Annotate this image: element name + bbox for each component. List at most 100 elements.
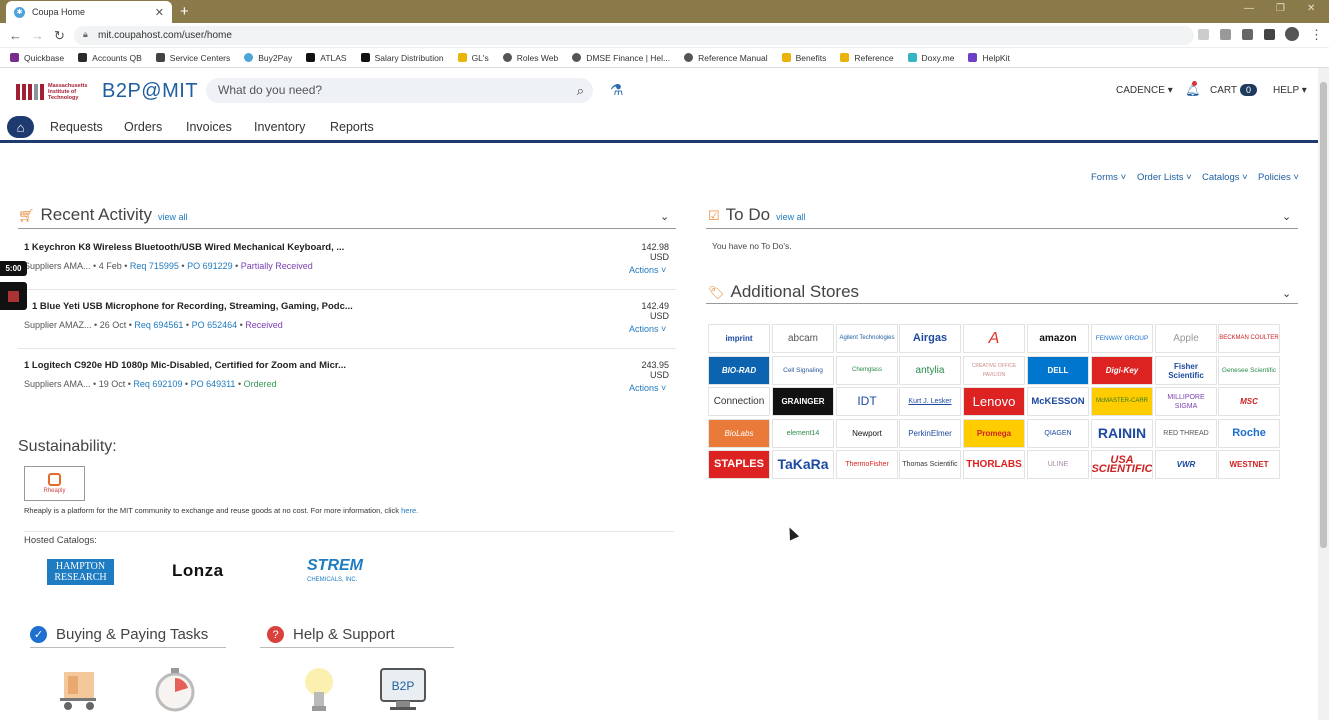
actions-menu[interactable]: Actions ˅ bbox=[629, 265, 666, 275]
store-logo-apple[interactable]: Apple bbox=[1155, 324, 1217, 353]
bookmark-buy2pay[interactable]: Buy2Pay bbox=[244, 53, 292, 63]
store-logo-biolabs[interactable]: BioLabs bbox=[708, 419, 770, 448]
catalogs-menu[interactable]: Catalogs ˅ bbox=[1202, 172, 1248, 183]
store-logo-lenovo[interactable]: Lenovo bbox=[963, 387, 1025, 416]
training-tile[interactable] bbox=[294, 664, 344, 714]
chevron-down-icon[interactable]: ⌄ bbox=[1282, 287, 1291, 300]
store-logo-promega[interactable]: Promega bbox=[963, 419, 1025, 448]
store-logo-fisher-scientific[interactable]: Fisher Scientific bbox=[1155, 356, 1217, 385]
activity-item-title[interactable]: 1 Keychron K8 Wireless Bluetooth/USB Wir… bbox=[24, 242, 344, 253]
extension-icon[interactable] bbox=[1220, 29, 1231, 40]
reload-icon[interactable]: ↻ bbox=[54, 28, 65, 44]
po-link[interactable]: PO 649311 bbox=[191, 379, 236, 389]
store-logo-beckman-coulter[interactable]: BECKMAN COULTER bbox=[1218, 324, 1280, 353]
activity-item-title[interactable]: 1 Logitech C920e HD 1080p Mic-Disabled, … bbox=[24, 360, 346, 371]
store-logo-antylia[interactable]: antylia bbox=[899, 356, 961, 385]
store-logo-agilent-technologies[interactable]: Agilent Technologies bbox=[836, 324, 898, 353]
actions-menu[interactable]: Actions ˅ bbox=[629, 324, 666, 334]
bookmark-helpkit[interactable]: HelpKit bbox=[968, 53, 1010, 63]
store-logo-creative-office-pavilion[interactable]: CREATIVE OFFICE PAVILION bbox=[963, 356, 1025, 385]
store-logo-perkinelmer[interactable]: PerkinElmer bbox=[899, 419, 961, 448]
store-logo-mckesson[interactable]: McKESSON bbox=[1027, 387, 1089, 416]
close-tab-icon[interactable]: ✕ bbox=[155, 6, 164, 19]
store-logo-idt[interactable]: IDT bbox=[836, 387, 898, 416]
help-menu[interactable]: HELP ▾ bbox=[1273, 85, 1307, 96]
todo-view-all[interactable]: view all bbox=[776, 212, 806, 222]
store-logo-dell[interactable]: DELL bbox=[1027, 356, 1089, 385]
bookmark-atlas[interactable]: ATLAS bbox=[306, 53, 347, 63]
activity-item-title[interactable]: 1 Blue Yeti USB Microphone for Recording… bbox=[32, 301, 353, 312]
nav-orders[interactable]: Orders bbox=[124, 120, 162, 134]
bookmark-doxy-me[interactable]: Doxy.me bbox=[907, 53, 954, 63]
store-logo-usa-scientific[interactable]: USA SCIENTIFIC bbox=[1091, 450, 1153, 479]
recent-activity-view-all[interactable]: view all bbox=[158, 212, 188, 222]
puzzle-icon[interactable] bbox=[1242, 29, 1253, 40]
bookmark-benefits[interactable]: Benefits bbox=[781, 53, 826, 63]
strem-logo[interactable]: STREM CHEMICALS, INC. bbox=[307, 558, 363, 587]
nav-invoices[interactable]: Invoices bbox=[186, 120, 232, 134]
store-logo-millipore-sigma[interactable]: MILLIPORE SIGMA bbox=[1155, 387, 1217, 416]
store-logo-fenway-group[interactable]: FENWAY GROUP bbox=[1091, 324, 1153, 353]
po-link[interactable]: PO 652464 bbox=[192, 320, 238, 330]
b2p-monitor-tile[interactable]: B2P bbox=[378, 664, 428, 714]
nav-requests[interactable]: Requests bbox=[50, 120, 103, 134]
store-logo-red-thread[interactable]: RED THREAD bbox=[1155, 419, 1217, 448]
store-logo-thorlabs[interactable]: THORLABS bbox=[963, 450, 1025, 479]
lonza-logo[interactable]: Lonza bbox=[172, 561, 224, 581]
search-input[interactable]: What do you need? ⌕ bbox=[206, 78, 593, 103]
store-logo-takara[interactable]: TaKaRa bbox=[772, 450, 834, 479]
browser-tab[interactable]: ✱ Coupa Home ✕ bbox=[6, 1, 172, 23]
scrollbar-thumb[interactable] bbox=[1320, 82, 1327, 548]
flask-icon[interactable]: ⚗ bbox=[610, 81, 623, 99]
bookmark-roles-web[interactable]: Roles Web bbox=[502, 53, 558, 63]
store-logo-vwr[interactable]: VWR bbox=[1155, 450, 1217, 479]
stop-recording-button[interactable] bbox=[0, 282, 27, 310]
req-link[interactable]: Req 692109 bbox=[133, 379, 182, 389]
forward-arrow-icon[interactable]: → bbox=[31, 28, 44, 43]
bookmark-quickbase[interactable]: Quickbase bbox=[10, 53, 64, 63]
chevron-down-icon[interactable]: ⌄ bbox=[1282, 210, 1291, 223]
home-icon[interactable]: ⌂ bbox=[7, 116, 34, 138]
store-logo-westnet[interactable]: WESTNET bbox=[1218, 450, 1280, 479]
user-menu[interactable]: CADENCE ▾ bbox=[1116, 85, 1173, 96]
store-logo-thomas-scientific[interactable]: Thomas Scientific bbox=[899, 450, 961, 479]
sidepanel-icon[interactable] bbox=[1264, 29, 1275, 40]
store-logo-msc[interactable]: MSC bbox=[1218, 387, 1280, 416]
policies-menu[interactable]: Policies ˅ bbox=[1258, 172, 1299, 183]
bookmark-reference[interactable]: Reference bbox=[840, 53, 894, 63]
store-logo-thermofisher[interactable]: ThermoFisher bbox=[836, 450, 898, 479]
store-logo-connection[interactable]: Connection bbox=[708, 387, 770, 416]
store-logo-cell-signaling[interactable]: Cell Signaling bbox=[772, 356, 834, 385]
store-logo-imprint[interactable]: imprint bbox=[708, 324, 770, 353]
bookmark-gls[interactable]: GL's bbox=[457, 53, 489, 63]
store-logo-abcam[interactable]: abcam bbox=[772, 324, 834, 353]
new-tab-icon[interactable]: + bbox=[180, 3, 189, 20]
store-logo-grainger[interactable]: GRAINGER bbox=[772, 387, 834, 416]
store-logo-digi-key[interactable]: Digi-Key bbox=[1091, 356, 1153, 385]
nav-reports[interactable]: Reports bbox=[330, 120, 374, 134]
req-link[interactable]: Req 694561 bbox=[134, 320, 183, 330]
rheaply-logo[interactable]: Rheaply bbox=[24, 466, 85, 501]
minimize-window-icon[interactable]: — bbox=[1244, 3, 1254, 14]
profile-avatar[interactable] bbox=[1285, 27, 1299, 41]
store-logo-airgas[interactable]: Airgas bbox=[899, 324, 961, 353]
bookmark-reference-manual[interactable]: Reference Manual bbox=[684, 53, 768, 63]
store-logo-qiagen[interactable]: QIAGEN bbox=[1027, 419, 1089, 448]
extension-icon[interactable] bbox=[1198, 29, 1209, 40]
menu-icon[interactable]: ⋮ bbox=[1310, 27, 1323, 43]
bookmark-accounts-qb[interactable]: Accounts QB bbox=[78, 53, 142, 63]
store-logo-chemglass[interactable]: Chemglass bbox=[836, 356, 898, 385]
search-icon[interactable]: ⌕ bbox=[577, 83, 584, 99]
order-lists-menu[interactable]: Order Lists ˅ bbox=[1137, 172, 1192, 183]
bookmark-dmse-finance[interactable]: DMSE Finance | Hel... bbox=[572, 53, 670, 63]
supplier-cart-tile[interactable] bbox=[56, 664, 106, 714]
bookmark-service-centers[interactable]: Service Centers bbox=[155, 53, 230, 63]
chevron-down-icon[interactable]: ⌄ bbox=[660, 210, 669, 223]
nav-inventory[interactable]: Inventory bbox=[254, 120, 305, 134]
bookmark-salary-distribution[interactable]: Salary Distribution bbox=[360, 53, 444, 63]
store-logo-staples[interactable]: STAPLES bbox=[708, 450, 770, 479]
url-field[interactable]: 🔒︎ mit.coupahost.com/user/home bbox=[74, 26, 1194, 45]
store-logo-rainin[interactable]: RAININ bbox=[1091, 419, 1153, 448]
close-window-icon[interactable]: ✕ bbox=[1307, 3, 1315, 14]
mit-logo[interactable]: Massachusetts Institute of Technology bbox=[16, 83, 88, 101]
